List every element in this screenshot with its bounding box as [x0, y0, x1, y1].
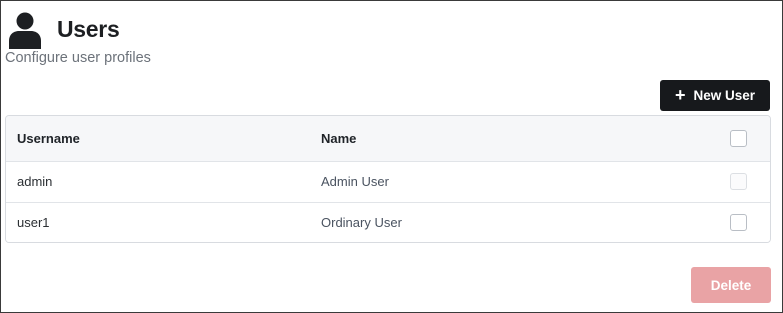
page-header [8, 10, 42, 50]
column-header-name[interactable]: Name [321, 116, 701, 162]
row-checkbox-admin [730, 173, 747, 191]
select-all-checkbox[interactable] [730, 129, 747, 147]
delete-button[interactable]: Delete [691, 267, 771, 303]
username-cell: admin [6, 161, 321, 203]
new-user-button[interactable]: + New User [660, 80, 770, 111]
select-all-cell [701, 116, 770, 162]
table-row[interactable]: user1 Ordinary User [6, 202, 770, 242]
users-table: Username Name admin Admin User user1 Ord… [5, 115, 771, 243]
user-icon [9, 12, 41, 49]
column-header-username[interactable]: Username [6, 116, 321, 162]
new-user-label: New User [693, 88, 756, 103]
table-row[interactable]: admin Admin User [6, 161, 770, 203]
username-cell: user1 [17, 215, 50, 231]
plus-icon: + [674, 84, 686, 105]
table-header-row: Username Name [6, 116, 770, 162]
name-cell: Admin User [321, 161, 701, 203]
row-select-cell [701, 161, 770, 203]
page-subtitle: Configure user profiles [5, 50, 151, 66]
row-select-cell [701, 202, 770, 242]
page-title: Users [57, 16, 120, 42]
row-checkbox-user1[interactable] [730, 214, 747, 232]
name-cell: Ordinary User [321, 215, 402, 231]
